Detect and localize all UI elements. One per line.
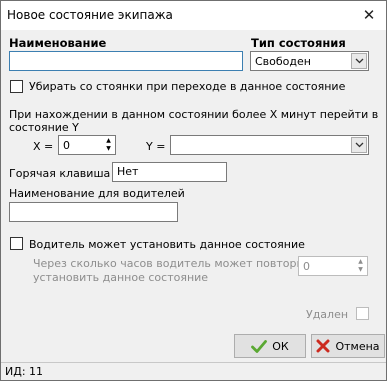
- timeout-description-line1: При нахождении в данном состоянии более …: [9, 108, 379, 121]
- remove-from-parking-checkbox[interactable]: [10, 80, 23, 93]
- timeout-description-line2: состояние Y: [9, 121, 79, 134]
- spin-arrows-icon[interactable]: ▲ ▼: [103, 137, 114, 153]
- spin-up-icon[interactable]: ▲: [355, 258, 366, 266]
- chevron-down-icon[interactable]: [351, 137, 367, 153]
- cancel-button-label: Отмена: [335, 339, 380, 353]
- y-label: Y =: [146, 140, 166, 153]
- name-label: Наименование: [9, 36, 107, 50]
- status-bar: ИД: 11: [1, 363, 386, 380]
- cross-icon: [316, 339, 330, 353]
- cancel-button[interactable]: Отмена: [311, 334, 385, 358]
- driver-can-set-label: Водитель может установить данное состоян…: [29, 238, 305, 251]
- repeat-hours-label-line2: установить данное состояние: [33, 271, 209, 284]
- chevron-down-icon[interactable]: [351, 53, 367, 69]
- repeat-hours-spinner[interactable]: 0 ▲ ▼: [298, 256, 368, 276]
- title-bar: Новое состояние экипажа ✕: [1, 1, 386, 30]
- spin-arrows-icon[interactable]: ▲ ▼: [355, 258, 366, 274]
- x-label: X =: [33, 140, 54, 153]
- remove-from-parking-label: Убирать со стоянки при переходе в данное…: [29, 80, 346, 93]
- x-value: 0: [63, 139, 70, 152]
- ok-button[interactable]: ОК: [234, 334, 306, 358]
- y-state-select[interactable]: [170, 135, 369, 155]
- x-minutes-spinner[interactable]: 0 ▲ ▼: [58, 135, 116, 155]
- ok-button-label: ОК: [272, 339, 289, 353]
- repeat-hours-value: 0: [303, 260, 310, 273]
- spin-up-icon[interactable]: ▲: [103, 137, 114, 145]
- name-input[interactable]: [9, 51, 243, 71]
- deleted-label: Удален: [306, 308, 349, 321]
- spin-down-icon[interactable]: ▼: [103, 145, 114, 153]
- state-type-label: Тип состояния: [251, 36, 346, 50]
- spin-down-icon[interactable]: ▼: [355, 266, 366, 274]
- hotkey-input[interactable]: Нет: [112, 162, 227, 182]
- driver-name-label: Наименование для водителей: [9, 187, 185, 200]
- dialog-window: Новое состояние экипажа ✕ Наименование Т…: [0, 0, 387, 381]
- state-type-select[interactable]: Свободен: [250, 51, 369, 71]
- state-type-value: Свободен: [255, 55, 311, 68]
- driver-name-input[interactable]: [9, 202, 178, 222]
- repeat-hours-label-line1: Через сколько часов водитель может повто…: [33, 257, 311, 270]
- close-button[interactable]: ✕: [358, 5, 380, 25]
- window-title: Новое состояние экипажа: [7, 8, 173, 22]
- driver-can-set-checkbox[interactable]: [10, 237, 23, 250]
- hotkey-label: Горячая клавиша: [9, 167, 111, 180]
- status-id: ИД: 11: [5, 365, 44, 378]
- deleted-checkbox[interactable]: [356, 307, 369, 320]
- check-icon: [251, 339, 268, 353]
